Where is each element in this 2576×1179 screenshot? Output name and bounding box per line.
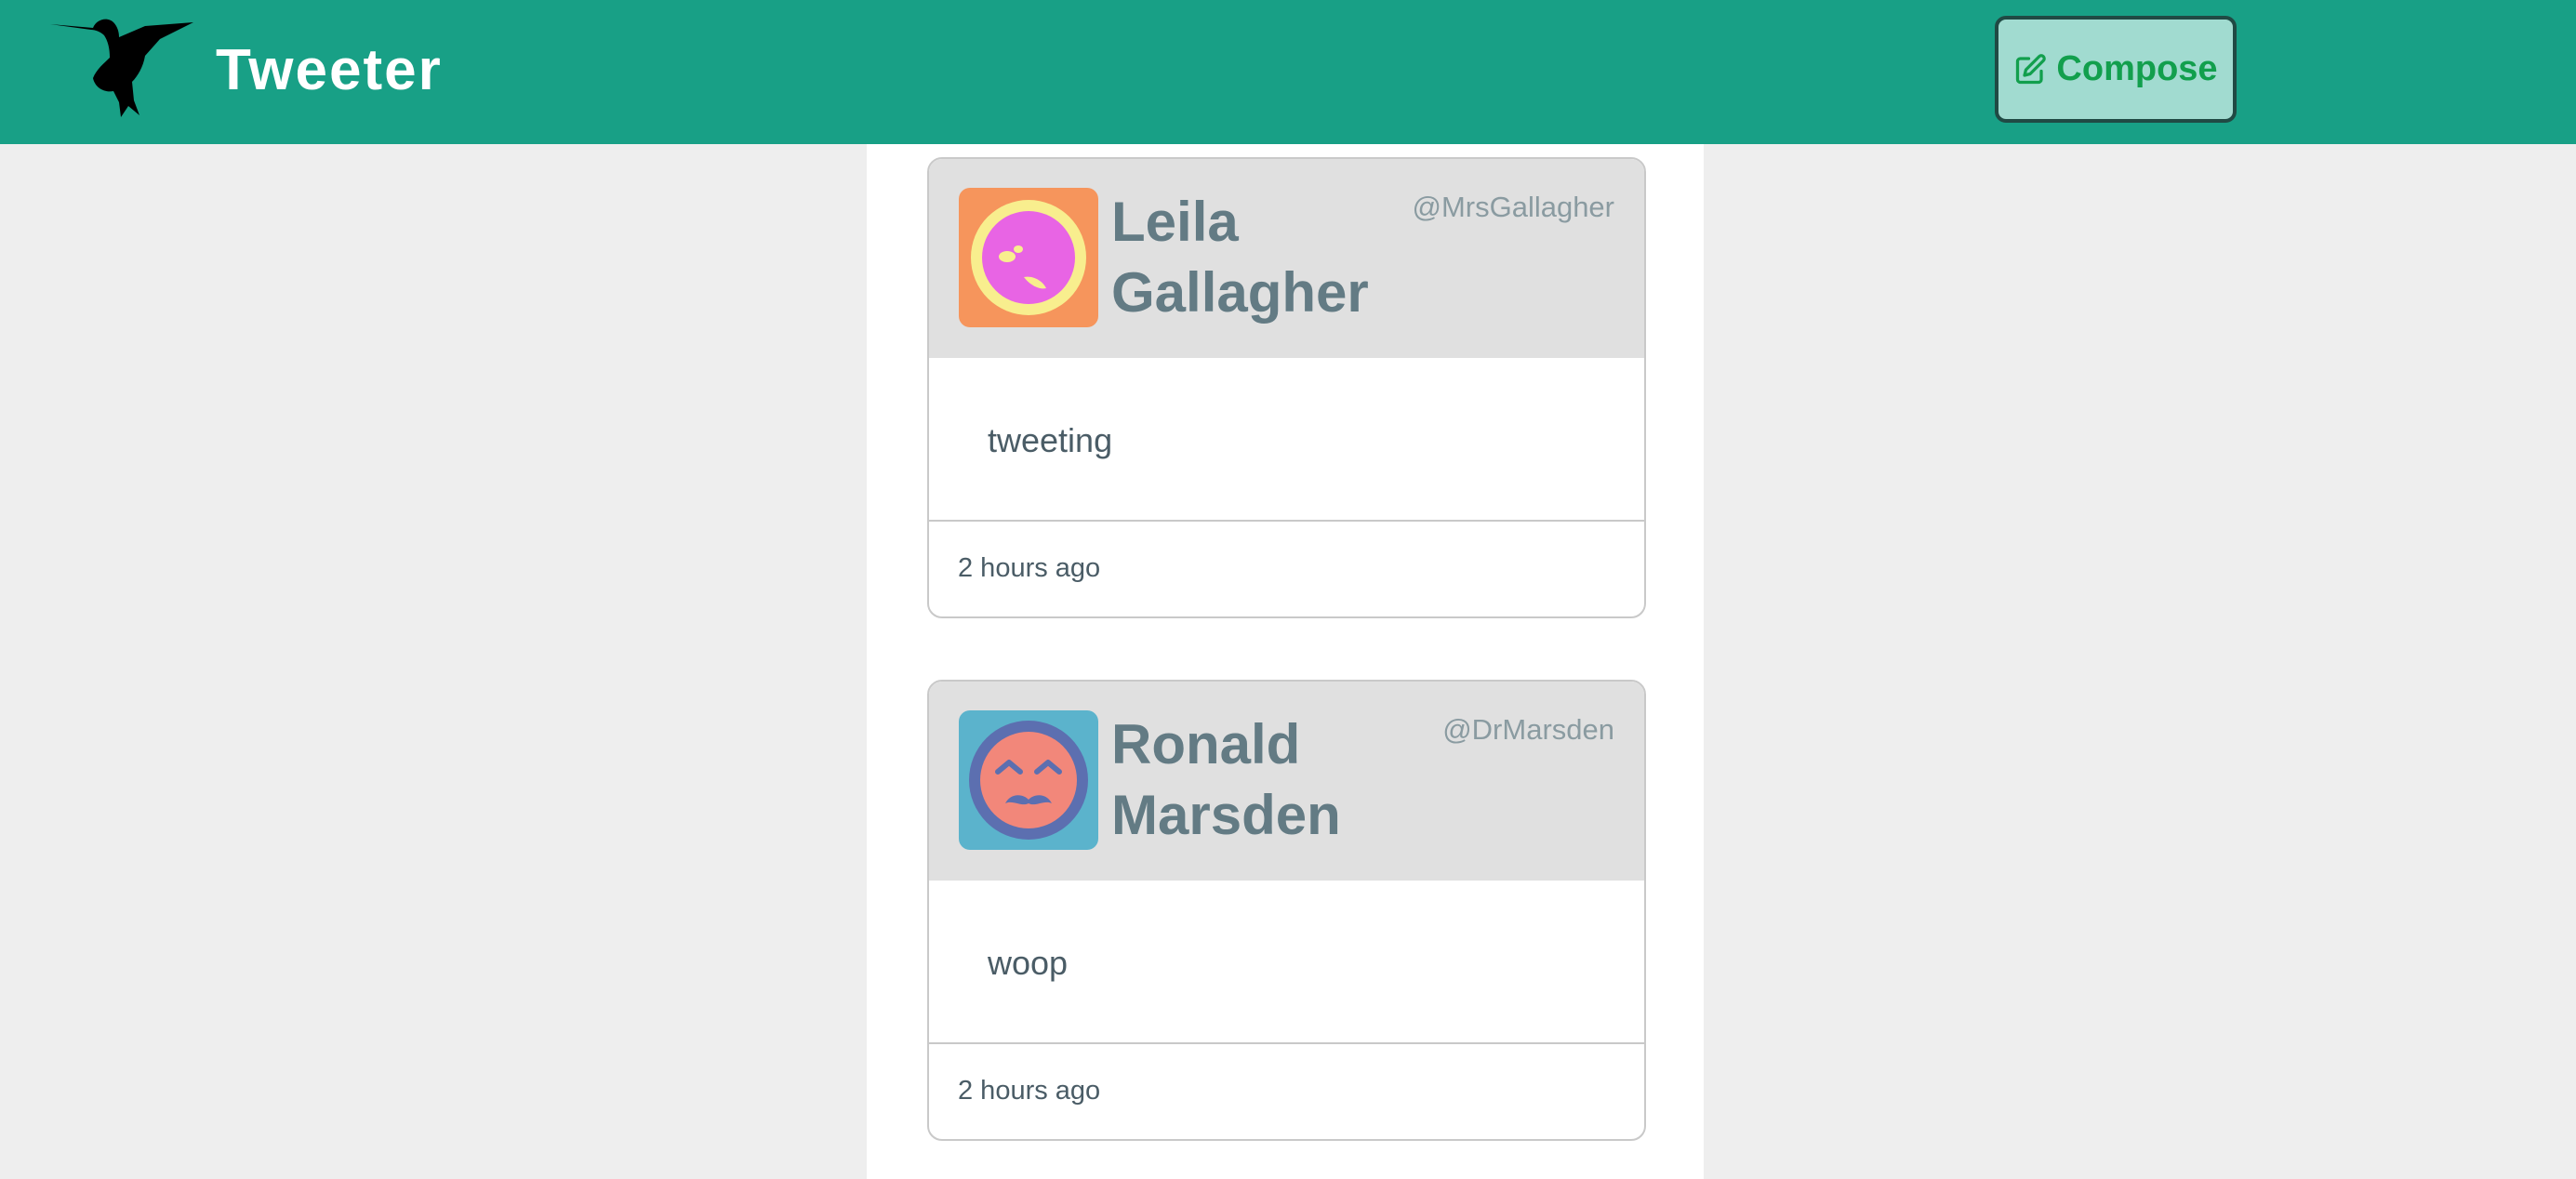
user-name: Leila Gallagher bbox=[1111, 187, 1390, 328]
user-first-name: Ronald bbox=[1111, 713, 1301, 775]
compose-button[interactable]: Compose bbox=[1995, 16, 2237, 123]
tweet-card: Leila Gallagher @MrsGallagher tweeting 2… bbox=[927, 157, 1646, 618]
compose-label: Compose bbox=[2056, 49, 2218, 88]
avatar-icon bbox=[959, 188, 1098, 327]
avatar bbox=[959, 710, 1098, 850]
tweet-footer: 2 hours ago bbox=[929, 522, 1644, 616]
user-first-name: Leila bbox=[1111, 191, 1239, 253]
avatar-icon bbox=[959, 710, 1098, 850]
user-handle: @MrsGallagher bbox=[1412, 191, 1614, 223]
tweet-body: tweeting bbox=[929, 358, 1644, 522]
tweet-header: Ronald Marsden @DrMarsden bbox=[929, 682, 1644, 881]
tweet-card: Ronald Marsden @DrMarsden woop 2 hours a… bbox=[927, 680, 1646, 1141]
brand-title[interactable]: Tweeter bbox=[216, 35, 443, 106]
tweet-footer: 2 hours ago bbox=[929, 1044, 1644, 1139]
tweet-body: woop bbox=[929, 881, 1644, 1044]
tweet-timestamp: 2 hours ago bbox=[958, 553, 1101, 583]
tweet-header: Leila Gallagher @MrsGallagher bbox=[929, 159, 1644, 358]
user-last-name: Gallagher bbox=[1111, 261, 1369, 324]
tweet-feed: Leila Gallagher @MrsGallagher tweeting 2… bbox=[867, 144, 1704, 1179]
avatar bbox=[959, 188, 1098, 327]
edit-icon bbox=[2016, 53, 2047, 84]
tweet-timestamp: 2 hours ago bbox=[958, 1076, 1101, 1106]
user-handle: @DrMarsden bbox=[1442, 713, 1614, 746]
tweet-text: woop bbox=[988, 944, 1069, 982]
tweet-text: tweeting bbox=[988, 421, 1113, 459]
navbar: Tweeter Compose bbox=[0, 0, 2576, 144]
hummingbird-icon bbox=[50, 19, 193, 117]
user-name: Ronald Marsden bbox=[1111, 709, 1390, 851]
user-last-name: Marsden bbox=[1111, 784, 1341, 846]
